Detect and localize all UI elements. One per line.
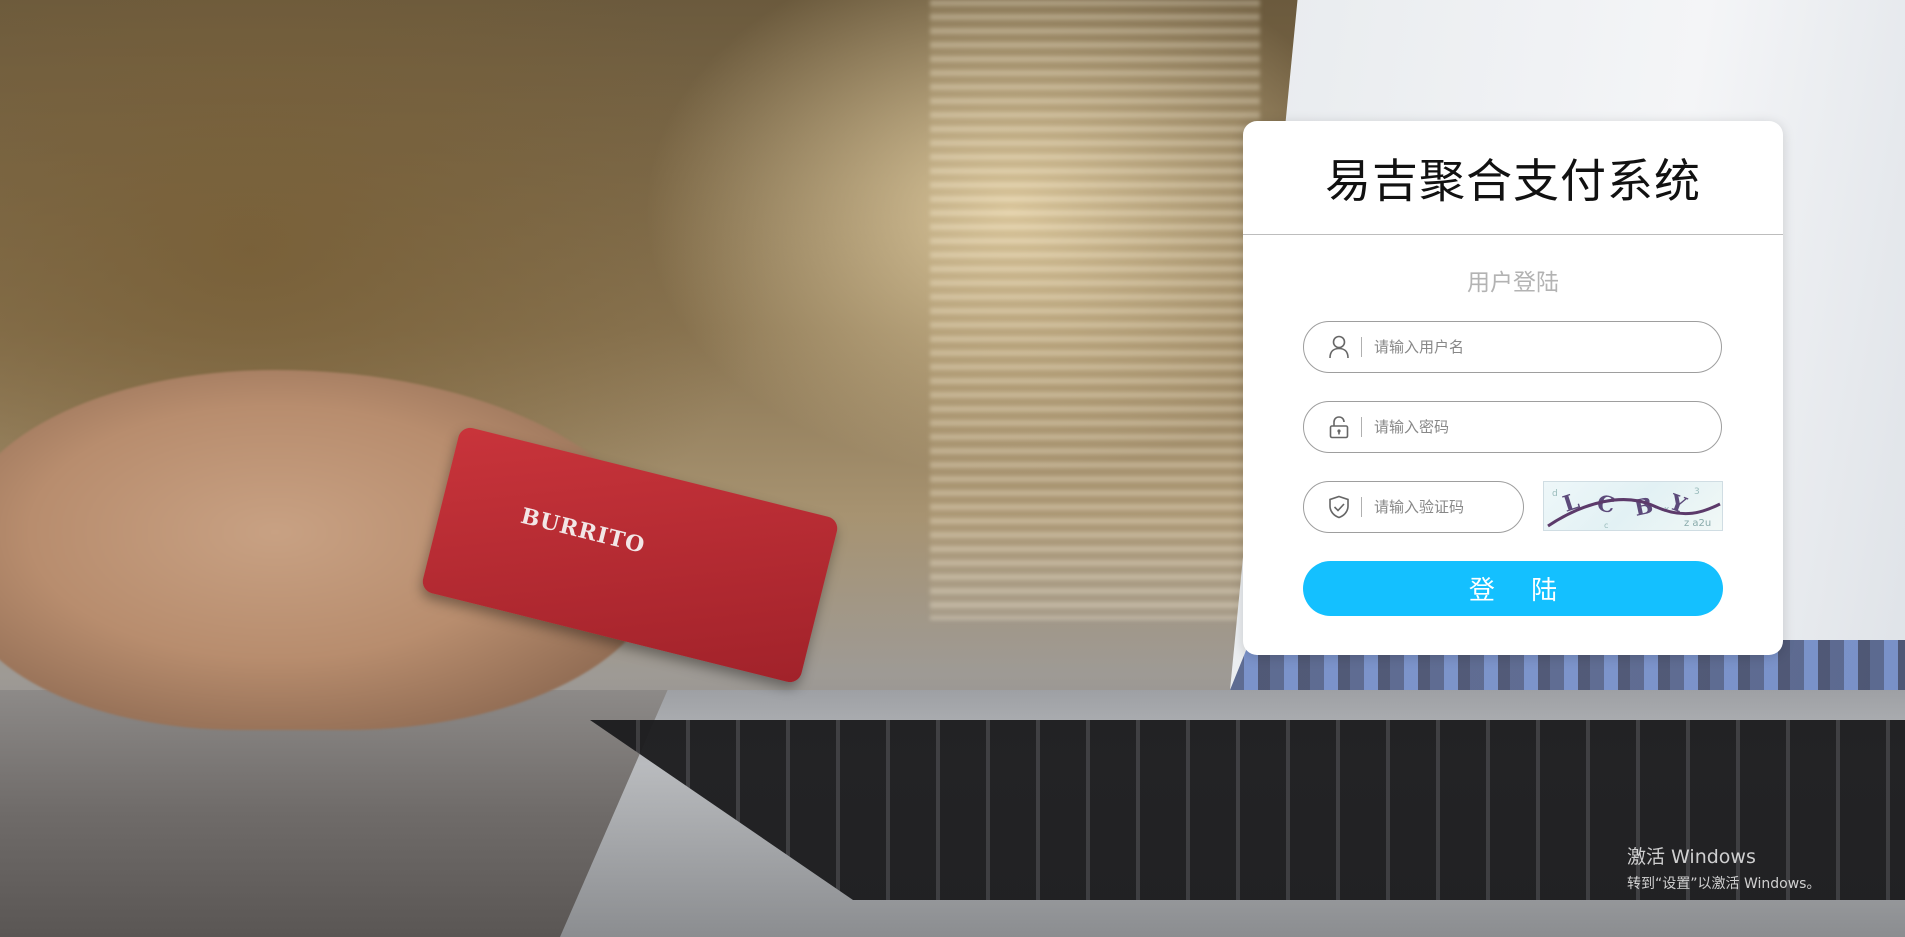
captcha-image[interactable]: d 3 z a2u c x L C B Y xyxy=(1543,481,1723,531)
window-blinds xyxy=(930,0,1260,620)
field-separator xyxy=(1361,417,1362,437)
password-field[interactable] xyxy=(1303,401,1722,453)
windows-activation-watermark: 激活 Windows 转到“设置”以激活 Windows。 xyxy=(1627,842,1820,893)
watermark-subtitle: 转到“设置”以激活 Windows。 xyxy=(1627,876,1821,892)
user-icon xyxy=(1326,334,1352,360)
watermark-title: 激活 Windows xyxy=(1627,846,1756,868)
login-subtitle: 用户登陆 xyxy=(1467,270,1559,296)
lock-icon xyxy=(1326,414,1352,440)
captcha-field[interactable] xyxy=(1303,481,1524,533)
field-separator xyxy=(1361,337,1362,357)
card-brand-text: BURRITO xyxy=(518,502,648,559)
captcha-text: L C B Y xyxy=(1560,488,1690,522)
svg-text:3: 3 xyxy=(1694,487,1700,497)
username-field[interactable] xyxy=(1303,321,1722,373)
svg-text:c: c xyxy=(1604,521,1608,530)
login-panel: 易吉聚合支付系统 用户登陆 请输入用户名 请输入验证码 d 3 z a2u c … xyxy=(1243,121,1783,655)
username-input[interactable] xyxy=(1372,337,1636,357)
svg-text:C: C xyxy=(1595,490,1617,519)
field-separator xyxy=(1361,497,1362,517)
password-input[interactable] xyxy=(1372,417,1636,437)
login-button[interactable]: 登 陆 xyxy=(1303,561,1723,616)
shield-icon xyxy=(1326,494,1352,520)
svg-text:B: B xyxy=(1632,493,1656,522)
page-title: 易吉聚合支付系统 xyxy=(1325,153,1701,208)
captcha-input[interactable] xyxy=(1372,497,1506,517)
svg-text:z a2u: z a2u xyxy=(1684,518,1711,529)
panel-header: 易吉聚合支付系统 xyxy=(1243,121,1783,235)
svg-text:d: d xyxy=(1552,489,1558,499)
